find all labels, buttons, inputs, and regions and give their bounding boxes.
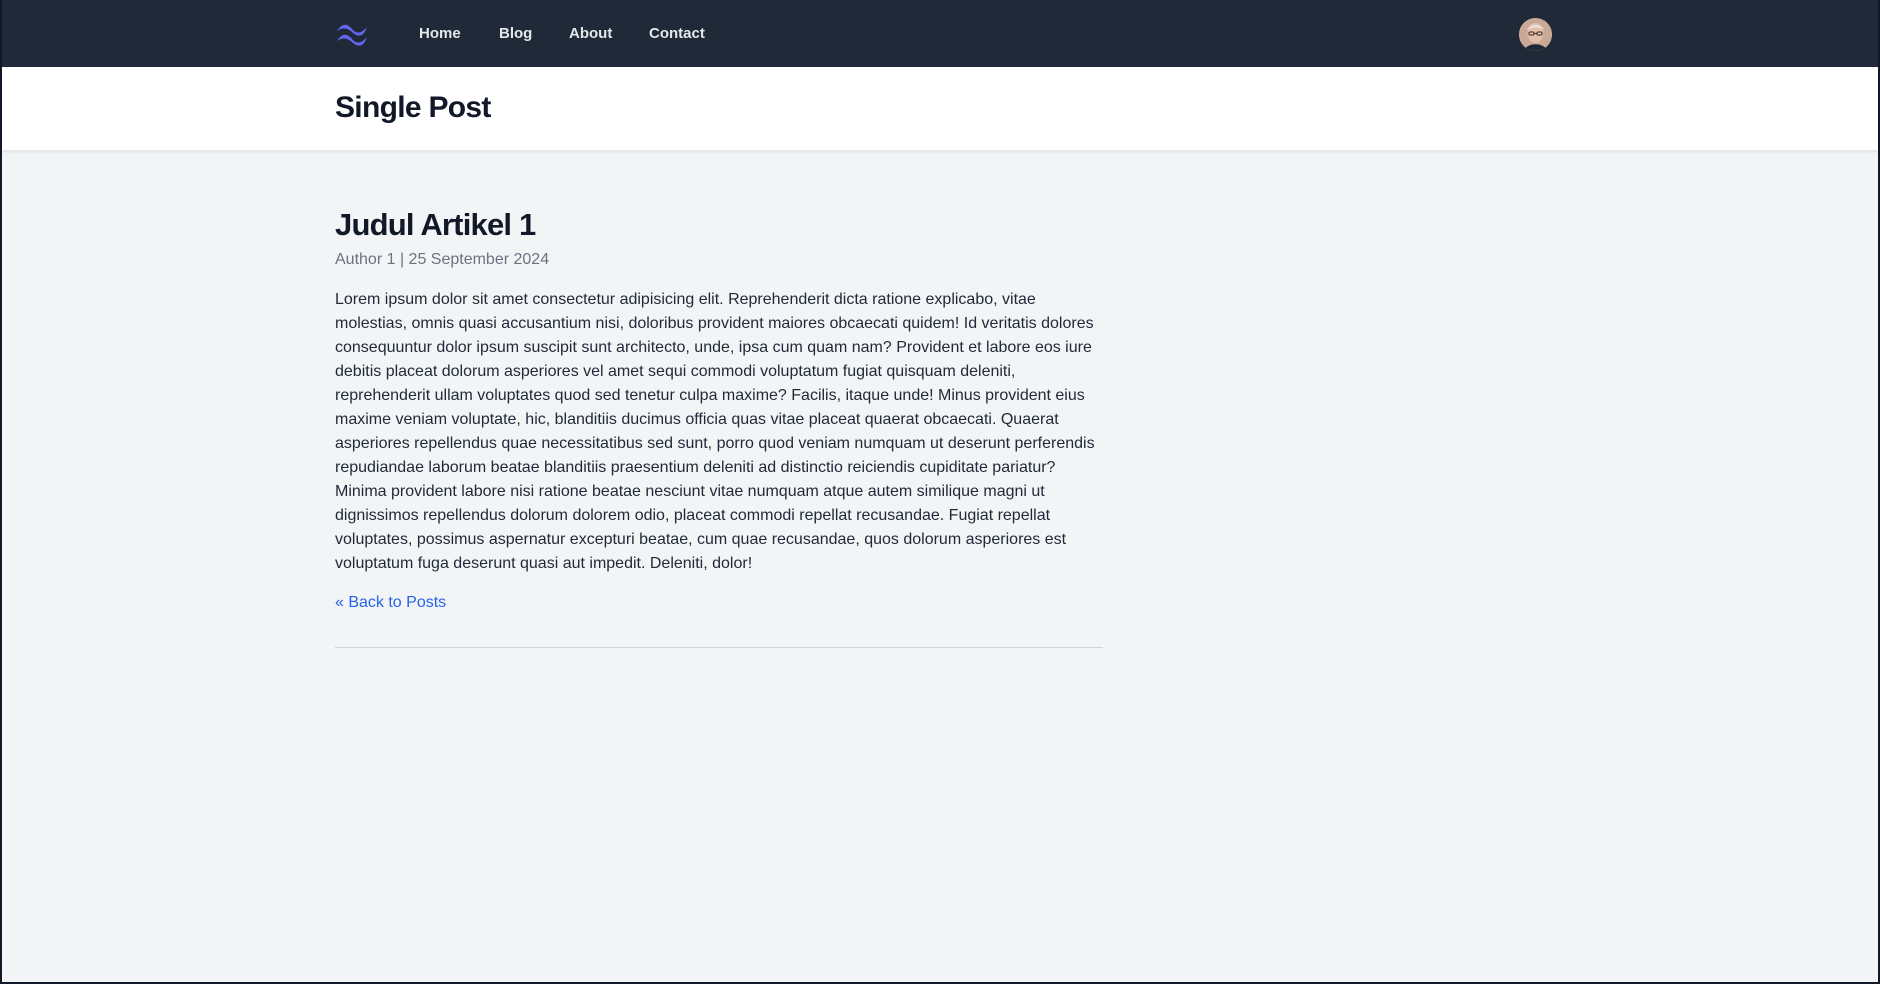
- nav-contact-link[interactable]: Contact: [649, 22, 705, 46]
- single-post-article: Judul Artikel 1 Author 1 | 25 September …: [335, 207, 1103, 648]
- post-date: 25 September 2024: [408, 251, 550, 268]
- back-to-posts-link[interactable]: « Back to Posts: [335, 591, 446, 615]
- meta-separator: |: [399, 251, 409, 268]
- nav-home-link[interactable]: Home: [419, 22, 461, 46]
- page-header: Single Post: [2, 67, 1878, 151]
- page-title: Single Post: [335, 91, 491, 124]
- browser-page: Home Blog About Contact Single Post Judu…: [0, 0, 1880, 984]
- nav-blog-link[interactable]: Blog: [499, 22, 532, 46]
- post-body: Lorem ipsum dolor sit amet consectetur a…: [335, 291, 1095, 572]
- post-meta: Author 1 | 25 September 2024: [335, 248, 549, 272]
- tailwind-logo-icon[interactable]: [335, 21, 369, 46]
- post-title: Judul Artikel 1: [335, 207, 536, 242]
- article-divider: [335, 647, 1103, 648]
- top-navigation: Home Blog About Contact: [2, 0, 1878, 67]
- user-avatar-button[interactable]: [1519, 18, 1552, 51]
- nav-about-link[interactable]: About: [569, 22, 612, 46]
- avatar-icon: [1519, 18, 1552, 51]
- post-author: Author 1: [335, 251, 396, 268]
